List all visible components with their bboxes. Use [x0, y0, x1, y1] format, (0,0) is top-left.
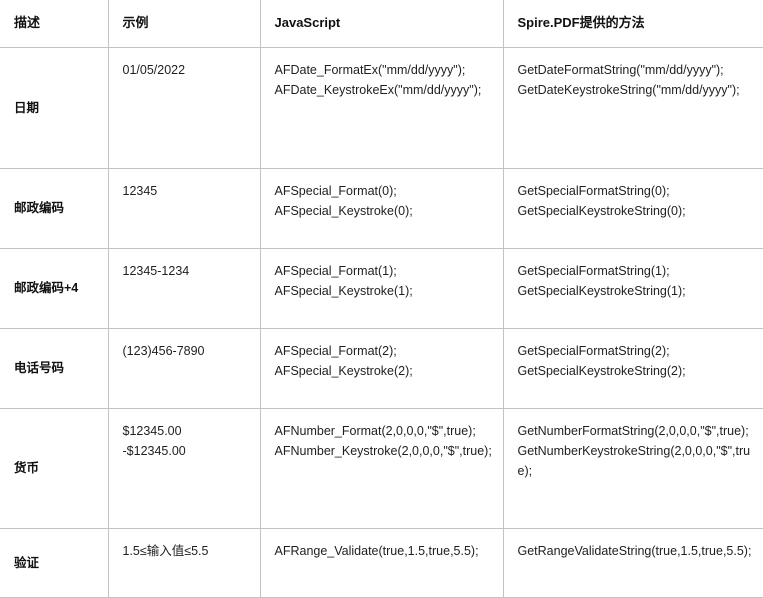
- cell-example-text: (123)456-7890: [122, 343, 205, 358]
- cell-description: 电话号码: [0, 328, 109, 409]
- table-row: 邮政编码 12345 AFSpecial_Format(0); AFSpecia…: [0, 168, 763, 249]
- cell-spire-method: GetRangeValidateString(true,1.5,true,5.5…: [503, 528, 763, 598]
- cell-javascript-text: AFNumber_Format(2,0,0,0,"$",true); AFNum…: [274, 423, 492, 458]
- table-row: 邮政编码+4 12345-1234 AFSpecial_Format(1); A…: [0, 248, 763, 329]
- cell-example-text: 01/05/2022: [122, 62, 186, 77]
- cell-spire-method-text: GetSpecialFormatString(1); GetSpecialKey…: [517, 263, 686, 298]
- table-row: 电话号码 (123)456-7890 AFSpecial_Format(2); …: [0, 328, 763, 409]
- cell-description: 验证: [0, 528, 109, 598]
- cell-example: 12345-1234: [108, 248, 261, 329]
- cell-javascript: AFSpecial_Format(0); AFSpecial_Keystroke…: [260, 168, 504, 249]
- cell-spire-method-text: GetRangeValidateString(true,1.5,true,5.5…: [517, 543, 752, 558]
- cell-spire-method-text: GetSpecialFormatString(2); GetSpecialKey…: [517, 343, 686, 378]
- cell-description: 邮政编码: [0, 168, 109, 249]
- cell-description: 货币: [0, 408, 109, 529]
- cell-javascript-text: AFDate_FormatEx("mm/dd/yyyy"); AFDate_Ke…: [274, 62, 482, 97]
- table-header-row: 描述 示例 JavaScript Spire.PDF提供的方法: [0, 0, 763, 48]
- cell-spire-method: GetSpecialFormatString(1); GetSpecialKey…: [503, 248, 763, 329]
- table-row: 验证 1.5≤输入值≤5.5 AFRange_Validate(true,1.5…: [0, 528, 763, 598]
- cell-spire-method: GetSpecialFormatString(0); GetSpecialKey…: [503, 168, 763, 249]
- table-header: 描述 示例 JavaScript Spire.PDF提供的方法: [0, 0, 763, 48]
- cell-description: 日期: [0, 47, 109, 169]
- cell-javascript-text: AFSpecial_Format(1); AFSpecial_Keystroke…: [274, 263, 413, 298]
- cell-example: 1.5≤输入值≤5.5: [108, 528, 261, 598]
- table-row: 货币 $12345.00 -$12345.00 AFNumber_Format(…: [0, 408, 763, 529]
- cell-example-text: 1.5≤输入值≤5.5: [122, 543, 209, 558]
- cell-spire-method-text: GetNumberFormatString(2,0,0,0,"$",true);…: [517, 423, 751, 478]
- cell-javascript: AFNumber_Format(2,0,0,0,"$",true); AFNum…: [260, 408, 504, 529]
- format-reference-table: 描述 示例 JavaScript Spire.PDF提供的方法 日期 01/05…: [0, 0, 763, 598]
- cell-spire-method: GetSpecialFormatString(2); GetSpecialKey…: [503, 328, 763, 409]
- cell-spire-method-text: GetSpecialFormatString(0); GetSpecialKey…: [517, 183, 686, 218]
- cell-example-text: 12345-1234: [122, 263, 190, 278]
- cell-spire-method-text: GetDateFormatString("mm/dd/yyyy"); GetDa…: [517, 62, 740, 97]
- cell-javascript: AFRange_Validate(true,1.5,true,5.5);: [260, 528, 504, 598]
- column-header-spire-method: Spire.PDF提供的方法: [503, 0, 763, 48]
- cell-example-text: 12345: [122, 183, 158, 198]
- cell-spire-method: GetDateFormatString("mm/dd/yyyy"); GetDa…: [503, 47, 763, 169]
- cell-example: (123)456-7890: [108, 328, 261, 409]
- column-header-description: 描述: [0, 0, 109, 48]
- cell-example: 12345: [108, 168, 261, 249]
- cell-description: 邮政编码+4: [0, 248, 109, 329]
- cell-javascript-text: AFSpecial_Format(0); AFSpecial_Keystroke…: [274, 183, 413, 218]
- table-body: 日期 01/05/2022 AFDate_FormatEx("mm/dd/yyy…: [0, 47, 763, 598]
- table-row: 日期 01/05/2022 AFDate_FormatEx("mm/dd/yyy…: [0, 47, 763, 169]
- cell-javascript-text: AFRange_Validate(true,1.5,true,5.5);: [274, 543, 479, 558]
- cell-example-text: $12345.00 -$12345.00: [122, 423, 186, 458]
- column-header-example: 示例: [108, 0, 261, 48]
- cell-javascript: AFSpecial_Format(1); AFSpecial_Keystroke…: [260, 248, 504, 329]
- cell-example: 01/05/2022: [108, 47, 261, 169]
- cell-javascript: AFDate_FormatEx("mm/dd/yyyy"); AFDate_Ke…: [260, 47, 504, 169]
- cell-example: $12345.00 -$12345.00: [108, 408, 261, 529]
- format-reference-table-container: 描述 示例 JavaScript Spire.PDF提供的方法 日期 01/05…: [0, 0, 763, 598]
- column-header-javascript: JavaScript: [260, 0, 504, 48]
- cell-javascript-text: AFSpecial_Format(2); AFSpecial_Keystroke…: [274, 343, 413, 378]
- cell-javascript: AFSpecial_Format(2); AFSpecial_Keystroke…: [260, 328, 504, 409]
- cell-spire-method: GetNumberFormatString(2,0,0,0,"$",true);…: [503, 408, 763, 529]
